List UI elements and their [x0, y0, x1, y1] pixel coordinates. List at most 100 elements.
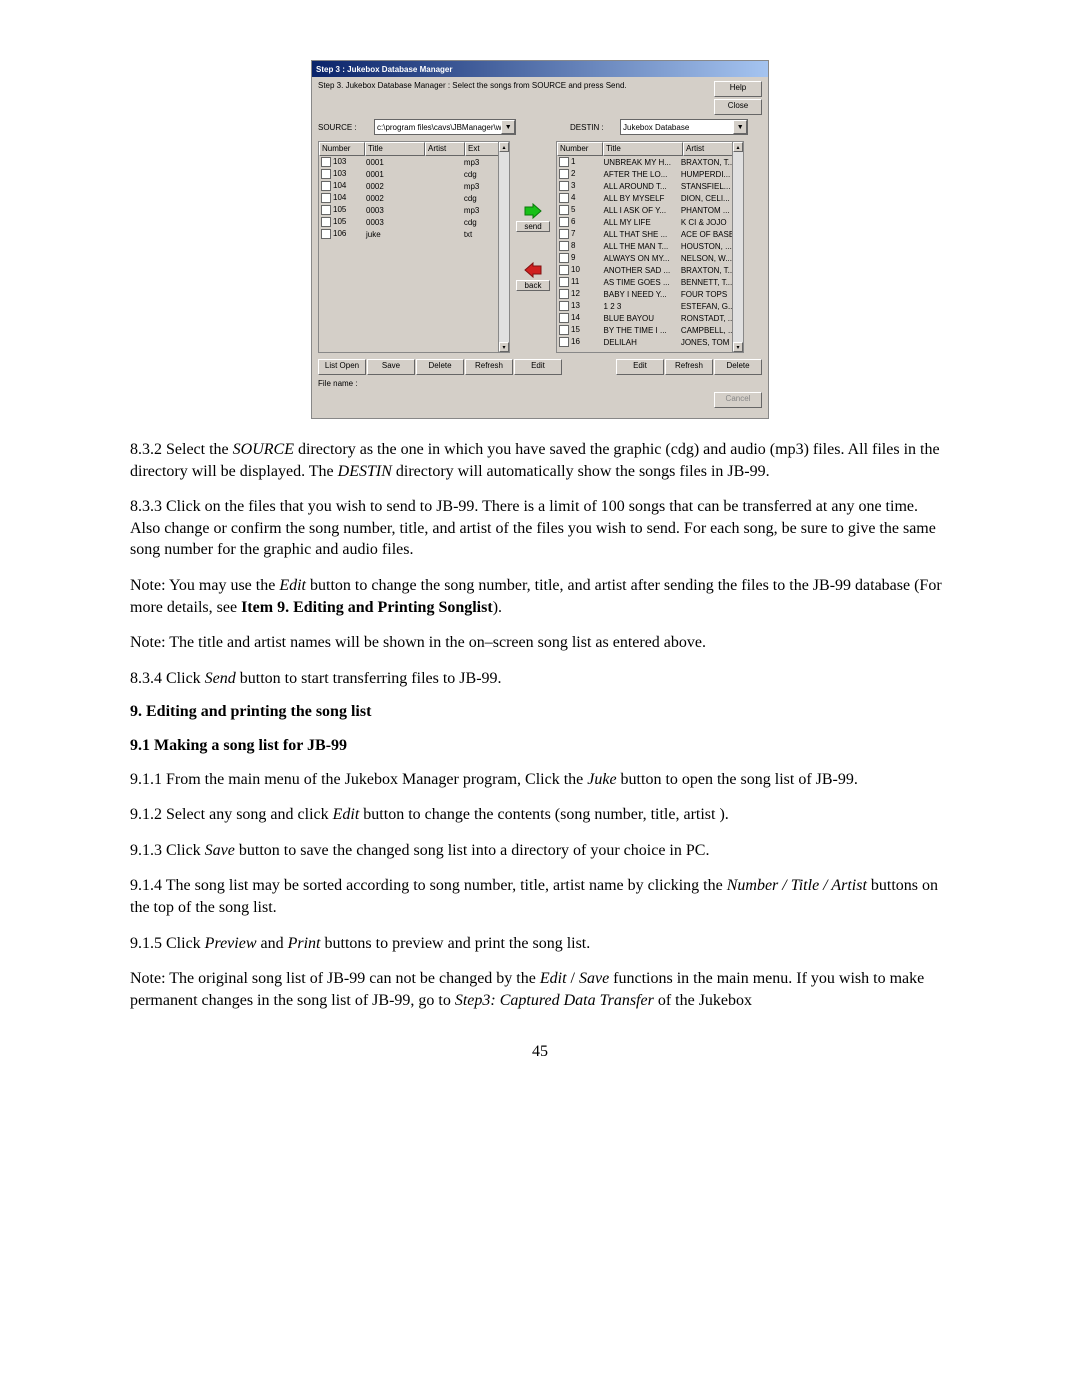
- paragraph: 8.3.3 Click on the files that you wish t…: [130, 496, 950, 561]
- paragraph: Note: The title and artist names will be…: [130, 632, 950, 654]
- table-row[interactable]: 3ALL AROUND T...STANSFIEL...: [557, 180, 733, 192]
- destin-value: Jukebox Database: [621, 123, 733, 132]
- table-row[interactable]: 1050003cdg: [319, 216, 499, 228]
- refresh-button[interactable]: Refresh: [465, 359, 513, 375]
- checkbox[interactable]: [321, 157, 331, 167]
- destin-label: DESTIN :: [570, 123, 614, 132]
- table-row[interactable]: 1UNBREAK MY H...BRAXTON, T...: [557, 156, 733, 168]
- col-title[interactable]: Title: [603, 142, 683, 156]
- checkbox[interactable]: [559, 205, 569, 215]
- table-row[interactable]: 1030001cdg: [319, 168, 499, 180]
- scroll-down-icon[interactable]: ▾: [733, 342, 743, 352]
- table-row[interactable]: 14BLUE BAYOURONSTADT, ...: [557, 312, 733, 324]
- source-table: Number Title Artist Ext 1030001mp3103000…: [318, 141, 510, 353]
- checkbox[interactable]: [559, 193, 569, 203]
- checkbox[interactable]: [321, 169, 331, 179]
- chevron-down-icon[interactable]: ▼: [733, 120, 747, 134]
- checkbox[interactable]: [559, 169, 569, 179]
- table-row[interactable]: 106juketxt: [319, 228, 499, 240]
- window-title: Step 3 : Jukebox Database Manager: [316, 65, 453, 74]
- send-button[interactable]: send: [516, 203, 550, 232]
- checkbox[interactable]: [559, 181, 569, 191]
- table-row[interactable]: 15BY THE TIME I ...CAMPBELL, ...: [557, 324, 733, 336]
- table-row[interactable]: 131 2 3ESTEFAN, G...: [557, 300, 733, 312]
- checkbox[interactable]: [559, 157, 569, 167]
- checkbox[interactable]: [321, 229, 331, 239]
- paragraph: 9.1.1 From the main menu of the Jukebox …: [130, 769, 950, 791]
- paragraph: 8.3.4 Click Send button to start transfe…: [130, 668, 950, 690]
- checkbox[interactable]: [559, 337, 569, 347]
- col-number[interactable]: Number: [319, 142, 365, 156]
- table-row[interactable]: 8ALL THE MAN T...HOUSTON, ...: [557, 240, 733, 252]
- edit-button[interactable]: Edit: [514, 359, 562, 375]
- refresh-button[interactable]: Refresh: [665, 359, 713, 375]
- arrow-left-icon: [523, 262, 543, 278]
- page-number: 45: [130, 1041, 950, 1063]
- paragraph: 9.1.4 The song list may be sorted accord…: [130, 875, 950, 918]
- cancel-button[interactable]: Cancel: [714, 392, 762, 408]
- checkbox[interactable]: [559, 253, 569, 263]
- instruction-text: Step 3. Jukebox Database Manager : Selec…: [318, 81, 627, 115]
- destin-table: Number Title Artist 1UNBREAK MY H...BRAX…: [556, 141, 744, 353]
- checkbox[interactable]: [559, 325, 569, 335]
- window-titlebar: Step 3 : Jukebox Database Manager: [312, 61, 768, 77]
- col-artist[interactable]: Artist: [425, 142, 465, 156]
- table-row[interactable]: 4ALL BY MYSELFDION, CELI...: [557, 192, 733, 204]
- checkbox[interactable]: [559, 229, 569, 239]
- col-number[interactable]: Number: [557, 142, 603, 156]
- table-row[interactable]: 5ALL I ASK OF Y...PHANTOM ...: [557, 204, 733, 216]
- table-row[interactable]: 2AFTER THE LO...HUMPERDI...: [557, 168, 733, 180]
- checkbox[interactable]: [559, 277, 569, 287]
- checkbox[interactable]: [559, 289, 569, 299]
- table-row[interactable]: 1050003mp3: [319, 204, 499, 216]
- scrollbar[interactable]: ▴ ▾: [732, 142, 743, 352]
- checkbox[interactable]: [559, 241, 569, 251]
- table-row[interactable]: 12BABY I NEED Y...FOUR TOPS: [557, 288, 733, 300]
- table-row[interactable]: 7ALL THAT SHE ...ACE OF BASE: [557, 228, 733, 240]
- delete-button[interactable]: Delete: [416, 359, 464, 375]
- chevron-down-icon[interactable]: ▼: [501, 120, 515, 134]
- checkbox[interactable]: [321, 181, 331, 191]
- delete-button[interactable]: Delete: [714, 359, 762, 375]
- filename-label: File name :: [312, 379, 768, 392]
- checkbox[interactable]: [559, 313, 569, 323]
- table-row[interactable]: 16DELILAHJONES, TOM: [557, 336, 733, 348]
- source-path: c:\program files\cavs\JBManager\wr: [375, 123, 501, 132]
- paragraph: 8.3.2 Select the SOURCE directory as the…: [130, 439, 950, 482]
- save-button[interactable]: Save: [367, 359, 415, 375]
- table-row[interactable]: 10ANOTHER SAD ...BRAXTON, T...: [557, 264, 733, 276]
- col-artist[interactable]: Artist: [683, 142, 739, 156]
- scrollbar[interactable]: ▴ ▾: [498, 142, 509, 352]
- table-row[interactable]: 9ALWAYS ON MY...NELSON, W...: [557, 252, 733, 264]
- edit-button[interactable]: Edit: [616, 359, 664, 375]
- scroll-up-icon[interactable]: ▴: [499, 142, 509, 152]
- table-row[interactable]: 1040002mp3: [319, 180, 499, 192]
- table-row[interactable]: 11AS TIME GOES ...BENNETT, T...: [557, 276, 733, 288]
- table-row[interactable]: 1040002cdg: [319, 192, 499, 204]
- paragraph: Note: You may use the Edit button to cha…: [130, 575, 950, 618]
- checkbox[interactable]: [559, 301, 569, 311]
- table-row[interactable]: 6ALL MY LIFEK CI & JOJO: [557, 216, 733, 228]
- checkbox[interactable]: [559, 217, 569, 227]
- close-button[interactable]: Close: [714, 99, 762, 115]
- table-row[interactable]: 1030001mp3: [319, 156, 499, 168]
- checkbox[interactable]: [559, 265, 569, 275]
- scroll-down-icon[interactable]: ▾: [499, 342, 509, 352]
- list-open-button[interactable]: List Open: [318, 359, 366, 375]
- paragraph: Note: The original song list of JB-99 ca…: [130, 968, 950, 1011]
- col-title[interactable]: Title: [365, 142, 425, 156]
- checkbox[interactable]: [321, 193, 331, 203]
- back-button[interactable]: back: [516, 262, 550, 291]
- app-window: Step 3 : Jukebox Database Manager Step 3…: [311, 60, 769, 419]
- paragraph: 9.1.2 Select any song and click Edit but…: [130, 804, 950, 826]
- checkbox[interactable]: [321, 205, 331, 215]
- transfer-controls: send back: [514, 141, 552, 353]
- scroll-up-icon[interactable]: ▴: [733, 142, 743, 152]
- destin-combo[interactable]: Jukebox Database ▼: [620, 119, 748, 135]
- help-button[interactable]: Help: [714, 81, 762, 97]
- paragraph: 9.1.3 Click Save button to save the chan…: [130, 840, 950, 862]
- section-heading: 9. Editing and printing the song list: [130, 701, 950, 723]
- paragraph: 9.1.5 Click Preview and Print buttons to…: [130, 933, 950, 955]
- source-combo[interactable]: c:\program files\cavs\JBManager\wr ▼: [374, 119, 516, 135]
- checkbox[interactable]: [321, 217, 331, 227]
